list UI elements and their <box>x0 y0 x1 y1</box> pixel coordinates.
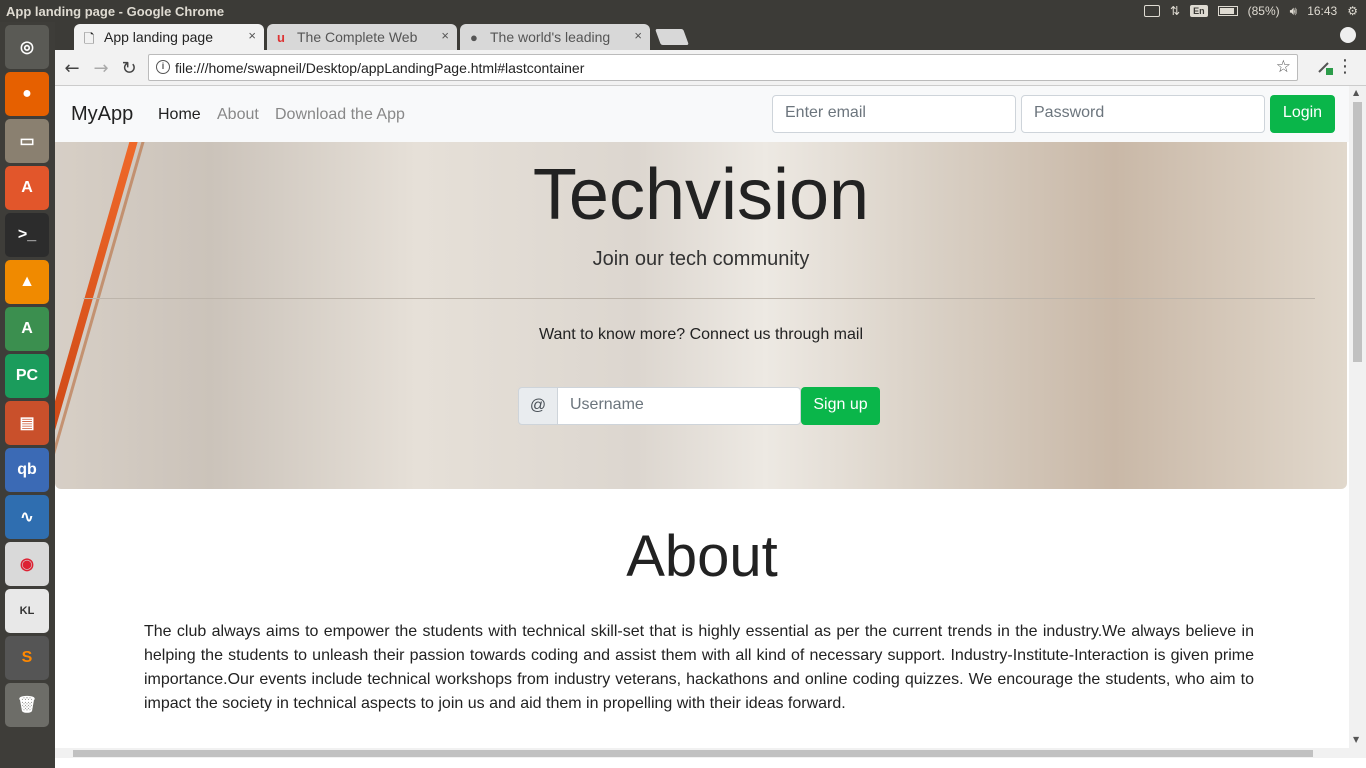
firefox-icon[interactable]: ● <box>5 72 49 116</box>
settings-gear-icon[interactable]: ⚙ <box>1347 4 1358 18</box>
close-tab-icon[interactable]: × <box>248 28 256 43</box>
signup-button[interactable]: Sign up <box>801 387 880 425</box>
hero-subtitle: Join our tech community <box>592 248 810 270</box>
hero-jumbotron: Techvision Join our tech community Want … <box>55 142 1347 489</box>
page-icon: 🗋︎ <box>84 31 95 46</box>
impress-icon[interactable]: ▤ <box>5 401 49 445</box>
bookmark-star-icon[interactable]: ☆ <box>1276 57 1291 77</box>
extension-icon[interactable] <box>1316 58 1334 76</box>
close-tab-icon[interactable]: × <box>441 28 449 43</box>
battery-icon[interactable] <box>1217 6 1238 16</box>
trash-icon[interactable]: 🗑︎ <box>5 683 49 727</box>
vlc-icon[interactable]: ▲ <box>5 260 49 304</box>
ubuntu-dash-icon[interactable]: ◎ <box>5 25 49 69</box>
close-tab-icon[interactable]: × <box>634 28 642 43</box>
chrome-icon[interactable]: ◉ <box>5 542 49 586</box>
site-navbar: MyApp Home About Download the App Enter … <box>55 86 1349 142</box>
at-prefix: @ <box>518 387 558 425</box>
keyboard-layout-indicator[interactable]: En <box>1190 5 1208 17</box>
horizontal-scroll-thumb[interactable] <box>73 750 1313 757</box>
about-body: The club always aims to empower the stud… <box>144 623 1254 712</box>
password-field[interactable]: Password <box>1021 95 1265 133</box>
qbittorrent-icon[interactable]: qb <box>5 448 49 492</box>
email-field[interactable]: Enter email <box>772 95 1016 133</box>
page-viewport: MyApp Home About Download the App Enter … <box>55 86 1349 758</box>
vertical-scroll-thumb[interactable] <box>1353 102 1362 362</box>
horizontal-scrollbar[interactable] <box>55 748 1349 758</box>
keyboard-icon[interactable]: KL <box>5 589 49 633</box>
vertical-scrollbar[interactable]: ▲ ▼ <box>1349 86 1366 758</box>
battery-percent: (85%) <box>1247 4 1280 18</box>
software-center-icon[interactable]: A <box>5 166 49 210</box>
scroll-down-icon[interactable]: ▼ <box>1353 735 1359 744</box>
tab-app-landing-page[interactable]: 🗋︎ App landing page × <box>74 24 264 50</box>
browser-menu-icon[interactable]: ⋮ <box>1336 56 1354 77</box>
browser-toolbar: ← → ↻ i file:///home/swapneil/Desktop/ap… <box>55 50 1366 86</box>
new-tab-button[interactable] <box>655 29 689 45</box>
hero-title: Techvision <box>532 155 870 235</box>
browser-window: 🗋︎ App landing page × u The Complete Web… <box>55 22 1366 768</box>
app-launcher: ◎ ● ▭ A >_ ▲ A PC ▤ qb ∿ ◉ KL S 🗑︎ <box>0 22 55 768</box>
udemy-icon: u <box>277 30 285 45</box>
android-studio-icon[interactable]: A <box>5 307 49 351</box>
sublime-text-icon[interactable]: S <box>5 636 49 680</box>
scroll-up-icon[interactable]: ▲ <box>1353 88 1359 97</box>
reload-icon[interactable]: ↻ <box>119 58 139 79</box>
address-bar[interactable]: i file:///home/swapneil/Desktop/appLandi… <box>148 54 1298 81</box>
back-icon[interactable]: ← <box>62 58 82 79</box>
window-title: App landing page - Google Chrome <box>6 3 225 19</box>
forward-icon[interactable]: → <box>91 58 111 79</box>
clock[interactable]: 16:43 <box>1307 4 1337 18</box>
about-heading: About <box>626 524 778 589</box>
system-tray: ⇅ En (85%) 🔊︎ 16:43 ⚙ <box>1144 4 1366 19</box>
terminal-icon[interactable]: >_ <box>5 213 49 257</box>
files-icon[interactable]: ▭ <box>5 119 49 163</box>
nav-link-home[interactable]: Home <box>158 106 201 124</box>
network-icon[interactable]: ⇅ <box>1170 4 1180 18</box>
github-icon: ● <box>470 30 478 45</box>
tab-strip: 🗋︎ App landing page × u The Complete Web… <box>55 22 1366 50</box>
site-info-icon[interactable]: i <box>156 60 170 74</box>
brand-logo[interactable]: MyApp <box>71 103 133 126</box>
os-top-panel: App landing page - Google Chrome ⇅ En (8… <box>0 0 1366 22</box>
pycharm-icon[interactable]: PC <box>5 354 49 398</box>
profile-icon[interactable] <box>1340 27 1356 43</box>
nav-link-download[interactable]: Download the App <box>275 106 405 124</box>
drive-icon[interactable] <box>1144 5 1161 17</box>
hero-divider <box>83 298 1315 299</box>
tab-label: App landing page <box>104 29 213 45</box>
hero-prompt: Want to know more? Connect us through ma… <box>538 326 863 343</box>
tab-label: The Complete Web <box>297 29 418 45</box>
system-monitor-icon[interactable]: ∿ <box>5 495 49 539</box>
tab-label: The world's leading <box>490 29 611 45</box>
url-text: file:///home/swapneil/Desktop/appLanding… <box>175 60 585 76</box>
username-field[interactable]: Username <box>557 387 801 425</box>
tab-complete-web[interactable]: u The Complete Web × <box>267 24 457 50</box>
login-button[interactable]: Login <box>1270 95 1335 133</box>
tab-github[interactable]: ● The world's leading × <box>460 24 650 50</box>
volume-icon[interactable]: 🔊︎ <box>1290 4 1298 19</box>
nav-link-about[interactable]: About <box>217 106 259 124</box>
